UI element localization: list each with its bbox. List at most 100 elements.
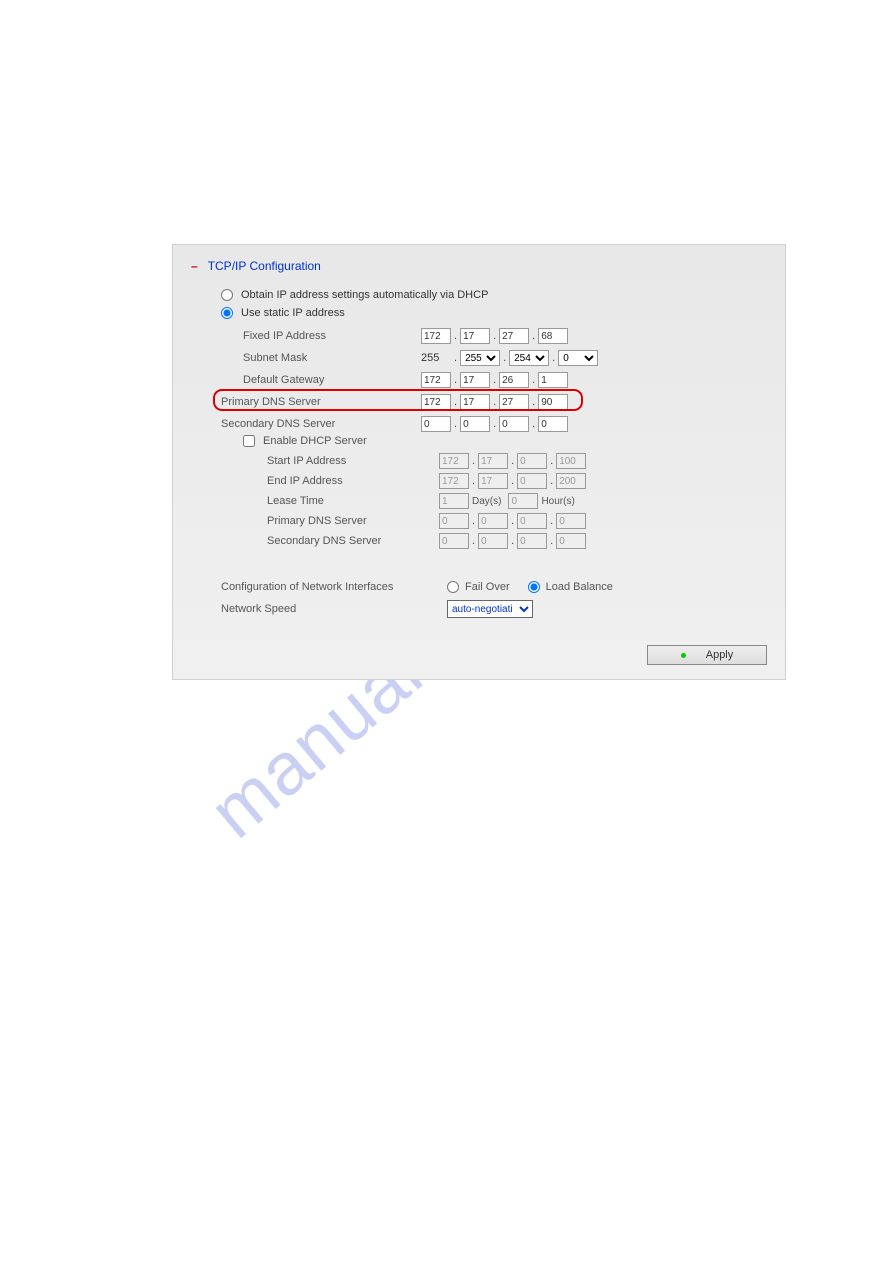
gateway-o4[interactable]	[538, 372, 568, 388]
dot-sep: .	[532, 330, 535, 342]
gateway-o1[interactable]	[421, 372, 451, 388]
dhcp-dns2-o2	[478, 533, 508, 549]
gateway-o3[interactable]	[499, 372, 529, 388]
gateway-row: Default Gateway . . .	[221, 369, 767, 391]
dot-sep: .	[472, 475, 475, 487]
dhcp-dns2-o4	[556, 533, 586, 549]
end-ip-o2	[478, 473, 508, 489]
radio-dhcp-row: Obtain IP address settings automatically…	[221, 289, 767, 301]
lease-hours	[508, 493, 538, 509]
radio-static[interactable]	[221, 307, 233, 319]
start-ip-o4	[556, 453, 586, 469]
dot-sep: .	[550, 455, 553, 467]
radio-failover-label: Fail Over	[465, 581, 510, 593]
secondary-dns-o2[interactable]	[460, 416, 490, 432]
dot-sep: .	[532, 374, 535, 386]
dot-sep: .	[511, 475, 514, 487]
dot-sep: .	[511, 455, 514, 467]
subnet-label: Subnet Mask	[221, 352, 421, 364]
fixed-ip-label: Fixed IP Address	[221, 330, 421, 342]
radio-failover[interactable]	[447, 581, 459, 593]
dot-sep: .	[454, 374, 457, 386]
dot-sep: .	[472, 455, 475, 467]
end-ip-label: End IP Address	[267, 475, 439, 487]
radio-loadbalance-label: Load Balance	[546, 581, 613, 593]
apply-button[interactable]: Apply	[647, 645, 767, 665]
enable-dhcp-label: Enable DHCP Server	[263, 435, 367, 447]
start-ip-label: Start IP Address	[267, 455, 439, 467]
primary-dns-o3[interactable]	[499, 394, 529, 410]
dot-sep: .	[550, 475, 553, 487]
fixed-ip-o2[interactable]	[460, 328, 490, 344]
lease-hours-unit: Hour(s)	[541, 496, 574, 507]
dot-sep: .	[472, 515, 475, 527]
dot-sep: .	[552, 352, 555, 364]
tcpip-panel: – TCP/IP Configuration Obtain IP address…	[172, 244, 786, 680]
dot-sep: .	[511, 535, 514, 547]
dhcp-dns2-label: Secondary DNS Server	[267, 535, 439, 547]
secondary-dns-o3[interactable]	[499, 416, 529, 432]
dot-sep: .	[550, 535, 553, 547]
net-speed-select[interactable]: auto-negotiati	[447, 600, 533, 618]
dhcp-dns1-o1	[439, 513, 469, 529]
primary-dns-o2[interactable]	[460, 394, 490, 410]
dot-sep: .	[532, 396, 535, 408]
dot-sep: .	[472, 535, 475, 547]
dhcp-dns1-row: Primary DNS Server . . .	[267, 511, 767, 531]
subnet-o4[interactable]: 0	[558, 350, 598, 366]
radio-static-row: Use static IP address	[221, 307, 767, 319]
dot-sep: .	[493, 418, 496, 430]
dot-sep: .	[454, 418, 457, 430]
gateway-o2[interactable]	[460, 372, 490, 388]
dot-sep: .	[493, 330, 496, 342]
primary-dns-o1[interactable]	[421, 394, 451, 410]
secondary-dns-o4[interactable]	[538, 416, 568, 432]
primary-dns-row: Primary DNS Server . . .	[221, 391, 767, 413]
collapse-icon[interactable]: –	[191, 259, 198, 273]
dot-sep: .	[454, 396, 457, 408]
lease-row: Lease Time Day(s) Hour(s)	[267, 491, 767, 511]
net-if-row: Configuration of Network Interfaces Fail…	[221, 577, 767, 597]
secondary-dns-o1[interactable]	[421, 416, 451, 432]
dot-sep: .	[493, 374, 496, 386]
form-body: Obtain IP address settings automatically…	[191, 289, 767, 621]
net-speed-label: Network Speed	[221, 603, 447, 615]
fixed-ip-o1[interactable]	[421, 328, 451, 344]
end-ip-row: End IP Address . . .	[267, 471, 767, 491]
radio-dhcp-label: Obtain IP address settings automatically…	[241, 289, 488, 301]
enable-dhcp-checkbox[interactable]	[243, 435, 255, 447]
net-if-label: Configuration of Network Interfaces	[221, 581, 447, 593]
dhcp-section: Start IP Address . . . End IP Address	[221, 451, 767, 551]
lease-days-unit: Day(s)	[472, 496, 501, 507]
radio-loadbalance[interactable]	[528, 581, 540, 593]
dhcp-dns1-label: Primary DNS Server	[267, 515, 439, 527]
status-dot-icon	[681, 653, 686, 658]
subnet-o3[interactable]: 254	[509, 350, 549, 366]
dot-sep: .	[493, 396, 496, 408]
start-ip-o1	[439, 453, 469, 469]
subnet-o2[interactable]: 255	[460, 350, 500, 366]
secondary-dns-row: Secondary DNS Server . . .	[221, 413, 767, 435]
enable-dhcp-row: Enable DHCP Server	[221, 435, 767, 447]
start-ip-row: Start IP Address . . .	[267, 451, 767, 471]
end-ip-o3	[517, 473, 547, 489]
primary-dns-o4[interactable]	[538, 394, 568, 410]
lease-label: Lease Time	[267, 495, 439, 507]
dhcp-dns1-o2	[478, 513, 508, 529]
dot-sep: .	[503, 352, 506, 364]
radio-dhcp[interactable]	[221, 289, 233, 301]
start-ip-o2	[478, 453, 508, 469]
dhcp-dns2-o1	[439, 533, 469, 549]
start-ip-o3	[517, 453, 547, 469]
fixed-ip-o4[interactable]	[538, 328, 568, 344]
dot-sep: .	[454, 330, 457, 342]
lease-days	[439, 493, 469, 509]
dot-sep: .	[454, 352, 457, 364]
end-ip-o4	[556, 473, 586, 489]
fixed-ip-o3[interactable]	[499, 328, 529, 344]
fixed-ip-row: Fixed IP Address . . .	[221, 325, 767, 347]
apply-button-label: Apply	[706, 649, 734, 661]
gateway-label: Default Gateway	[221, 374, 421, 386]
dot-sep: .	[532, 418, 535, 430]
dhcp-dns2-o3	[517, 533, 547, 549]
